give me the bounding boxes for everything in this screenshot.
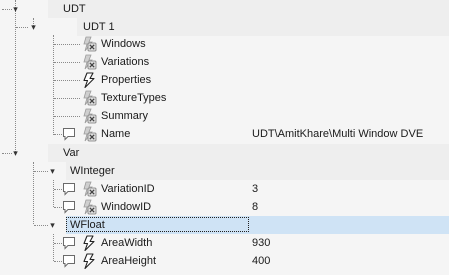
tree-connector bbox=[54, 134, 62, 135]
node-label: UDT bbox=[63, 3, 86, 15]
comment-icon[interactable] bbox=[62, 182, 76, 196]
property-value: 930 bbox=[252, 237, 271, 249]
tree-node-wfloat[interactable]: ▾ WFloat bbox=[0, 216, 449, 234]
tree-node-udt[interactable]: ▾ UDT bbox=[0, 0, 449, 18]
property-label: AreaHeight bbox=[101, 255, 157, 267]
property-label: Variations bbox=[101, 56, 150, 68]
comment-icon[interactable] bbox=[62, 236, 76, 250]
node-label: WInteger bbox=[70, 165, 115, 177]
tree-connector bbox=[54, 98, 80, 99]
comment-icon[interactable] bbox=[62, 127, 76, 141]
property-label: Name bbox=[101, 128, 131, 140]
tree-view: ▾ UDT ▾ UDT 1 Windows Variations Propert… bbox=[0, 0, 449, 275]
disabled-function-icon bbox=[81, 181, 97, 197]
collapse-arrow-icon[interactable]: ▾ bbox=[29, 23, 38, 32]
comment-icon[interactable] bbox=[62, 200, 76, 214]
node-label: WFloat bbox=[70, 219, 105, 231]
tree-leaf-texturetypes[interactable]: TextureTypes bbox=[0, 89, 449, 107]
property-label: WindowID bbox=[101, 201, 152, 213]
tree-leaf-variationid[interactable]: VariationID 3 bbox=[0, 180, 449, 198]
tree-connector bbox=[34, 225, 48, 226]
property-label: Windows bbox=[101, 38, 146, 50]
tree-connector bbox=[54, 261, 62, 262]
property-label: TextureTypes bbox=[101, 92, 167, 104]
tree-node-udt-1[interactable]: ▾ UDT 1 bbox=[0, 18, 449, 36]
lightning-icon bbox=[81, 253, 97, 269]
tree-leaf-windowid[interactable]: WindowID 8 bbox=[0, 198, 449, 216]
property-value: 400 bbox=[252, 255, 271, 267]
property-label: VariationID bbox=[101, 183, 155, 195]
comment-icon[interactable] bbox=[62, 254, 76, 268]
collapse-arrow-icon[interactable]: ▾ bbox=[11, 149, 20, 158]
property-label: AreaWidth bbox=[101, 237, 153, 249]
tree-leaf-windows[interactable]: Windows bbox=[0, 35, 449, 53]
property-label: Properties bbox=[101, 74, 152, 86]
tree-connector bbox=[54, 243, 62, 244]
tree-connector bbox=[16, 27, 28, 28]
disabled-function-icon bbox=[81, 36, 97, 52]
tree-leaf-summary[interactable]: Summary bbox=[0, 107, 449, 125]
tree-connector bbox=[34, 171, 48, 172]
collapse-arrow-icon[interactable]: ▾ bbox=[11, 5, 20, 14]
lightning-icon bbox=[81, 235, 97, 251]
disabled-function-icon bbox=[81, 108, 97, 124]
tree-connector bbox=[54, 189, 62, 190]
disabled-function-icon bbox=[81, 126, 97, 142]
tree-leaf-areawidth[interactable]: AreaWidth 930 bbox=[0, 234, 449, 252]
disabled-function-icon bbox=[81, 90, 97, 106]
tree-connector bbox=[54, 44, 80, 45]
property-value: 8 bbox=[252, 201, 259, 213]
tree-leaf-variations[interactable]: Variations bbox=[0, 53, 449, 71]
disabled-function-icon bbox=[81, 199, 97, 215]
disabled-function-icon bbox=[81, 54, 97, 70]
node-label: UDT 1 bbox=[83, 21, 115, 33]
tree-connector bbox=[54, 62, 80, 63]
tree-leaf-properties[interactable]: Properties bbox=[0, 71, 449, 89]
tree-node-winteger[interactable]: ▾ WInteger bbox=[0, 162, 449, 180]
tree-leaf-name[interactable]: Name UDT\AmitKhare\Multi Window DVE bbox=[0, 125, 449, 143]
property-label: Summary bbox=[101, 110, 149, 122]
node-label: Var bbox=[63, 147, 80, 159]
tree-node-var[interactable]: ▾ Var bbox=[0, 144, 449, 162]
tree-connector bbox=[54, 80, 80, 81]
property-value: UDT\AmitKhare\Multi Window DVE bbox=[252, 128, 424, 140]
tree-leaf-areaheight[interactable]: AreaHeight 400 bbox=[0, 252, 449, 270]
collapse-arrow-icon[interactable]: ▾ bbox=[48, 167, 57, 176]
tree-connector bbox=[54, 116, 80, 117]
collapse-arrow-icon[interactable]: ▾ bbox=[48, 221, 57, 230]
property-value: 3 bbox=[252, 183, 259, 195]
lightning-icon bbox=[81, 72, 97, 88]
tree-connector bbox=[54, 207, 62, 208]
